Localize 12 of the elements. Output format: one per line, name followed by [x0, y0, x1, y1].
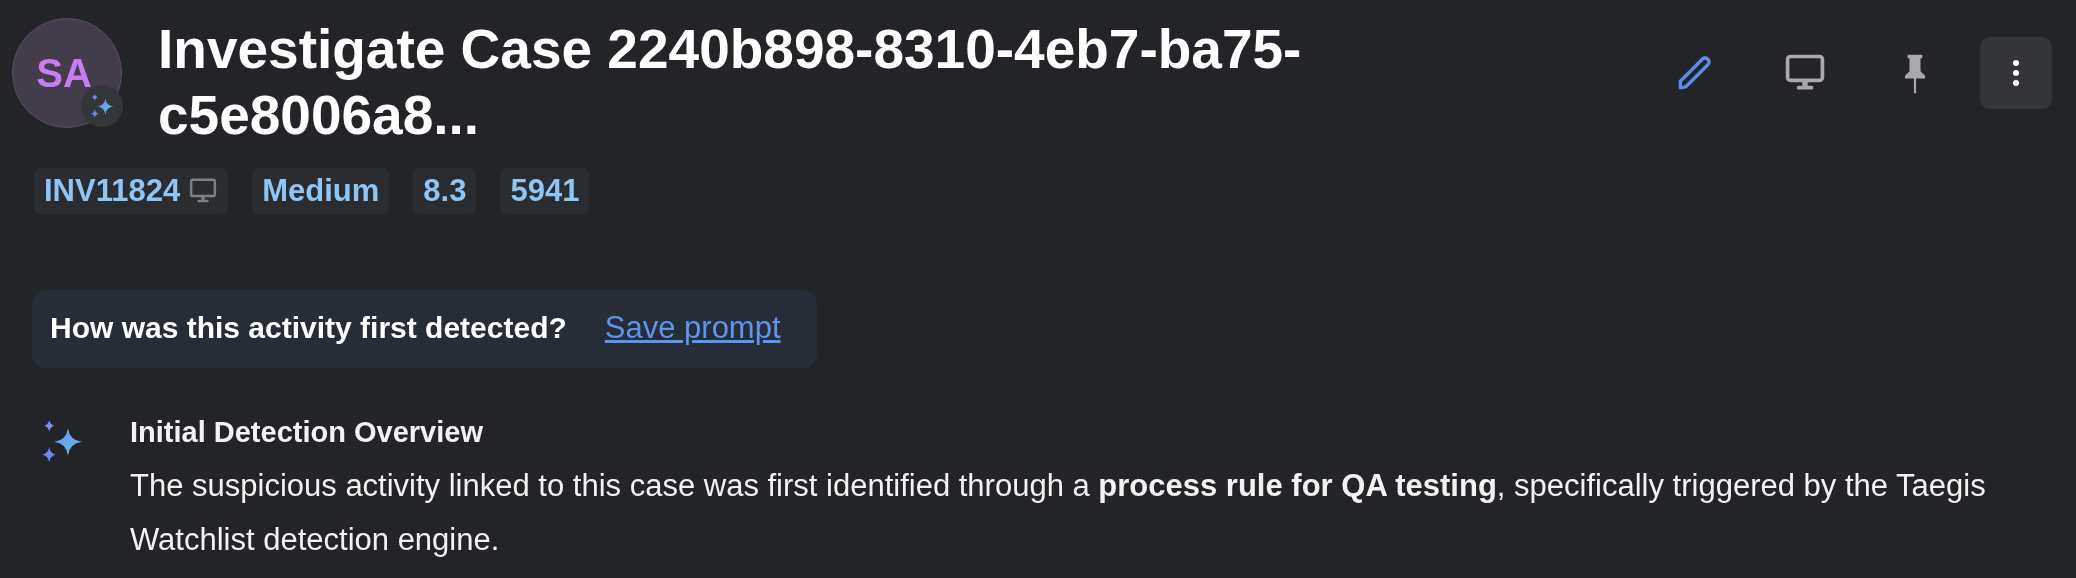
- response-text: The suspicious activity linked to this case was first identified through a process rule for QA testing, specifically triggered by the Taegis Watchlist detection engine.: [130, 467, 1987, 559]
- tag-label: 8.3: [423, 173, 467, 209]
- case-title: Investigate Case 2240b898-8310-4eb7-ba75-c5e8006a8...: [158, 17, 1303, 148]
- save-prompt-link[interactable]: Save prompt: [604, 310, 781, 346]
- tag-label: Medium: [262, 173, 380, 209]
- tag-label: 5941: [510, 173, 580, 209]
- sparkle-icon: [89, 93, 115, 119]
- prompt-question: How was this activity first detected?: [50, 311, 567, 345]
- more-icon: [2011, 58, 2021, 88]
- response-heading: Initial Detection Overview: [130, 416, 484, 449]
- avatar-initials: SA: [36, 50, 92, 96]
- tag-label: INV11824: [44, 173, 181, 209]
